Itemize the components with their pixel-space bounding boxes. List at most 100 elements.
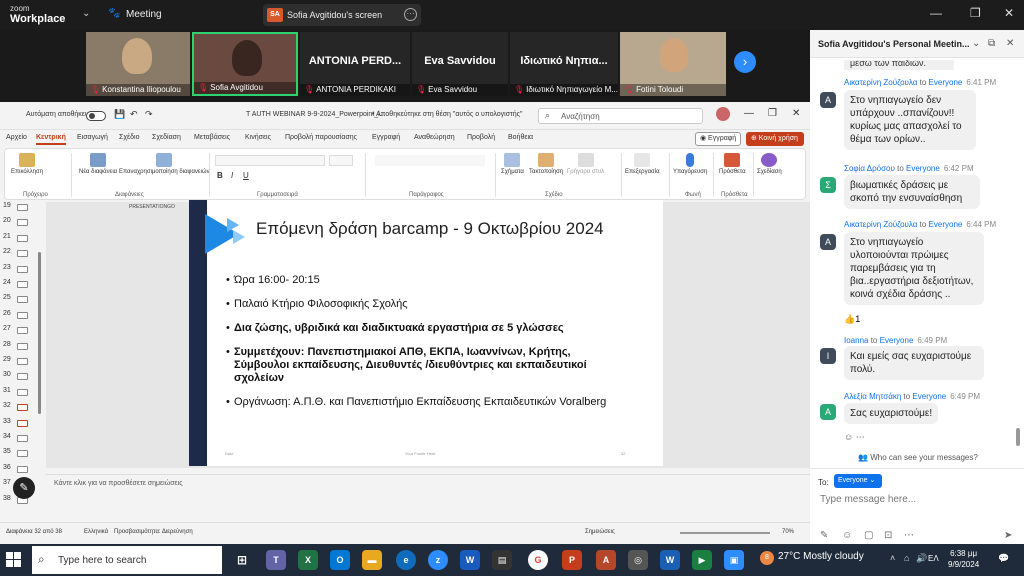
paragraph-controls[interactable] — [375, 155, 485, 166]
taskbar-search-input[interactable]: ⌕ Type here to search — [32, 546, 222, 574]
shapes-button[interactable]: Σχήματα — [501, 153, 524, 175]
app-icon[interactable]: ▣ — [724, 550, 744, 570]
quick-styles-button[interactable]: Γρήγορα στυλ — [567, 153, 604, 175]
chat-message[interactable]: Και εμείς σας ευχαριστούμε πολύ. — [844, 346, 984, 380]
slide-thumbnail[interactable] — [17, 234, 28, 242]
thumbnail-scrollbar[interactable] — [38, 252, 41, 414]
close-icon[interactable]: ✕ — [792, 108, 800, 119]
record-button[interactable]: ◉ Εγγραφή — [695, 132, 741, 146]
slide-thumbnail[interactable] — [17, 204, 28, 211]
font-size-field[interactable] — [329, 155, 353, 166]
close-icon[interactable]: ✕ — [1004, 6, 1014, 20]
minimize-icon[interactable]: — — [744, 108, 754, 119]
notes-pane[interactable]: Κάντε κλικ για να προσθέσετε σημειώσεις — [46, 474, 810, 514]
reaction-badge[interactable]: 👍1 — [844, 314, 860, 325]
chrome-icon[interactable]: G — [528, 550, 548, 570]
tab-help[interactable]: Βοήθεια — [508, 134, 533, 141]
ppt-search-input[interactable]: ⌕ Αναζήτηση — [538, 108, 703, 124]
slide-thumbnail[interactable] — [17, 450, 28, 458]
font-name-field[interactable] — [215, 155, 325, 166]
tab-animations[interactable]: Κινήσεις — [245, 134, 271, 141]
participant-tile[interactable]: ANTONIA PERD... 🎙 ANTONIA PERDIKAKI — [300, 32, 410, 96]
autosave-toggle[interactable] — [86, 111, 106, 121]
participant-tile[interactable]: Eva Savvidou 🎙 Eva Savvidou — [412, 32, 508, 96]
popout-icon[interactable]: ⧉ — [988, 38, 995, 49]
participant-tile[interactable]: 🎙 Konstantina Iliopoulou — [86, 32, 190, 96]
redo-icon[interactable]: ↷ — [145, 109, 153, 120]
app-icon[interactable]: ◎ — [628, 550, 648, 570]
slide-thumbnail[interactable] — [17, 388, 28, 396]
language-indicator[interactable]: ΕΛ — [928, 554, 939, 563]
tab-slideshow[interactable]: Προβολή παρουσίασης — [285, 134, 357, 141]
pen-icon[interactable]: ✎ — [13, 477, 35, 499]
slide-thumbnail[interactable] — [17, 296, 28, 304]
more-options-icon[interactable]: ··· — [404, 8, 417, 21]
tab-home[interactable]: Κεντρική — [36, 134, 66, 145]
tab-design[interactable]: Σχεδίαση — [152, 134, 181, 141]
share-button[interactable]: ⊕ Κοινή χρήση — [746, 132, 804, 146]
tab-view[interactable]: Προβολή — [467, 134, 495, 141]
chat-message[interactable]: βιωματικές δράσεις με σκοπό την ενσυναίσ… — [844, 175, 980, 209]
restore-icon[interactable]: ❐ — [970, 6, 981, 20]
dictate-button[interactable]: Υπαγόρευση — [673, 153, 707, 175]
teams-icon[interactable]: T — [266, 550, 286, 570]
chat-message[interactable]: Στο νηπιαγωγείο δεν υπάρχουν ..σπανίζουν… — [844, 90, 976, 150]
slide-thumbnail[interactable] — [17, 419, 28, 427]
zoom-app-icon[interactable]: z — [428, 550, 448, 570]
save-icon[interactable]: 💾 — [114, 109, 125, 120]
tab-review[interactable]: Αναθεώρηση — [414, 134, 455, 141]
powerpoint-icon[interactable]: P — [562, 550, 582, 570]
underline-button[interactable]: U — [243, 171, 249, 180]
slide-thumbnail[interactable] — [17, 281, 28, 288]
zoom-level[interactable]: 70% — [782, 529, 794, 535]
task-view-icon[interactable]: ⊞ — [232, 550, 252, 570]
tab-insert[interactable]: Εισαγωγή — [77, 134, 108, 141]
status-accessibility[interactable]: Προσβασιμότητα: Διερεύνηση — [114, 529, 193, 535]
weather-widget[interactable]: 8 27°C Mostly cloudy — [760, 551, 864, 565]
message-actions-icon[interactable]: ☺ ⋯ — [844, 432, 865, 443]
tab-draw[interactable]: Σχέδιο — [119, 134, 139, 141]
participant-tile-active[interactable]: 🎙 Sofia Avgitidou — [192, 32, 298, 96]
notification-icon[interactable]: 💬 — [998, 553, 1009, 564]
user-avatar[interactable] — [716, 107, 730, 121]
recipient-select[interactable]: Everyone ⌄ — [834, 474, 882, 488]
taskbar-clock[interactable]: 6:38 μμ 9/9/2024 — [948, 548, 979, 570]
bold-button[interactable]: B — [217, 171, 223, 180]
meeting-label[interactable]: Meeting — [126, 9, 162, 20]
app-icon[interactable]: W — [660, 550, 680, 570]
slide-thumbnail[interactable] — [17, 404, 28, 412]
chat-message[interactable]: Στο νηπιαγωγείο υλοποιούνται πρώιμες παρ… — [844, 232, 984, 305]
file-explorer-icon[interactable]: ▬ — [362, 550, 382, 570]
slide-title[interactable]: Επόμενη δράση barcamp - 9 Οκτωβρίου 2024 — [256, 218, 656, 239]
slide-thumbnail[interactable] — [17, 373, 28, 381]
minimize-icon[interactable]: — — [930, 6, 942, 20]
file-icon[interactable]: ▢ — [864, 530, 873, 541]
zoom-slider[interactable] — [680, 532, 770, 534]
slide-thumbnail[interactable] — [17, 465, 28, 473]
slide-thumbnail[interactable] — [17, 327, 28, 335]
word-icon[interactable]: W — [460, 550, 480, 570]
tab-record[interactable]: Εγγραφή — [372, 134, 400, 141]
addins-button[interactable]: Πρόσθετα — [719, 153, 746, 175]
tray-overflow-icon[interactable]: ˄ — [890, 553, 895, 563]
format-icon[interactable]: ✎ — [820, 530, 828, 541]
send-icon[interactable]: ➤ — [1004, 530, 1012, 541]
chevron-down-icon[interactable]: ⌄ — [82, 8, 90, 19]
slide-thumbnail[interactable] — [17, 250, 28, 258]
more-icon[interactable]: ⋯ — [904, 530, 914, 541]
app-icon[interactable]: ▶ — [692, 550, 712, 570]
slide-thumbnail[interactable] — [17, 219, 28, 227]
app-icon[interactable]: ▤ — [492, 550, 512, 570]
status-language[interactable]: Ελληνικά — [84, 529, 108, 535]
network-icon[interactable]: ⌂ — [904, 553, 909, 563]
close-icon[interactable]: ✕ — [1006, 38, 1014, 49]
tab-transitions[interactable]: Μεταβάσεις — [194, 134, 230, 141]
slide-thumbnail[interactable] — [17, 435, 28, 442]
participant-tile[interactable]: 🎙 Fotini Toloudi — [620, 32, 726, 96]
next-participants-button[interactable]: › — [734, 51, 756, 73]
excel-icon[interactable]: X — [298, 550, 318, 570]
slide-thumbnail[interactable] — [17, 311, 28, 319]
notes-toggle[interactable]: Σημειώσεις — [585, 529, 615, 535]
arrange-button[interactable]: Τακτοποίηση — [529, 153, 563, 175]
editing-button[interactable]: Επεξεργασία — [625, 153, 660, 175]
